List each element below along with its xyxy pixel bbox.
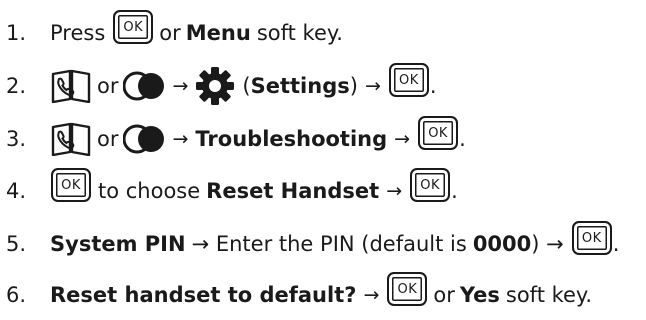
step-text: . <box>612 232 620 256</box>
step-text: or <box>97 127 119 151</box>
step-number: 5. <box>6 232 27 256</box>
settings-label: Settings <box>250 74 350 98</box>
step-body: OK to choose Reset Handset → OK . <box>50 168 458 208</box>
ok-key-icon: OK <box>387 272 428 306</box>
reset-handset-label: Reset Handset <box>206 179 380 203</box>
arrow: → <box>386 180 403 202</box>
step-number: 4. <box>6 179 27 203</box>
step-text: ) <box>349 74 358 98</box>
step-text: soft key. <box>505 283 593 307</box>
step-text: or <box>97 74 119 98</box>
step-body: or → ( Settings ) → OK . <box>50 63 437 106</box>
step-text: to choose <box>98 179 201 203</box>
ok-key-icon: OK <box>388 63 429 97</box>
step-text: → Enter the PIN (default is <box>191 232 467 256</box>
step-number: 2. <box>6 74 27 98</box>
step-number: 1. <box>6 21 27 45</box>
step-text: soft key. <box>256 21 343 45</box>
yes-key-label: Yes <box>459 283 500 307</box>
phonebook-icon <box>51 122 91 156</box>
ok-key-icon: OK <box>571 221 612 255</box>
arrow: → <box>172 75 189 97</box>
step-body: System PIN → Enter the PIN (default is 0… <box>50 221 620 261</box>
step-text: ) → <box>531 232 564 256</box>
step-text: Press <box>50 21 106 45</box>
step-body: or → Troubleshooting → OK . <box>50 116 466 156</box>
step-text: . <box>451 179 458 203</box>
settings-gear-icon <box>196 67 235 105</box>
arrow: → <box>364 75 381 97</box>
ok-key-icon: OK <box>418 116 459 150</box>
step-text: ( <box>242 74 251 98</box>
system-pin-label: System PIN <box>50 232 186 256</box>
step-body: Press OK or Menu soft key. <box>50 10 343 50</box>
ok-key-icon: OK <box>113 10 154 44</box>
step-text: or <box>159 21 181 45</box>
step-number: 3. <box>6 127 27 151</box>
arrow: → <box>172 128 189 150</box>
menu-key-label: Menu <box>185 21 251 45</box>
step-text: . <box>459 127 466 151</box>
troubleshooting-label: Troubleshooting <box>195 127 388 151</box>
step-number: 6. <box>6 283 27 307</box>
ok-key-icon: OK <box>410 168 451 202</box>
step-text: or <box>433 283 455 307</box>
navigation-key-icon <box>123 124 165 154</box>
default-pin-value: 0000 <box>472 232 532 256</box>
ok-key-icon: OK <box>51 168 91 202</box>
arrow: → <box>363 284 380 306</box>
phonebook-icon <box>51 69 91 103</box>
step-body: Reset handset to default? → OK or Yes so… <box>50 272 593 312</box>
reset-confirm-prompt: Reset handset to default? <box>50 283 357 307</box>
navigation-key-icon <box>123 71 165 101</box>
step-text: . <box>429 74 437 98</box>
arrow: → <box>394 128 411 150</box>
